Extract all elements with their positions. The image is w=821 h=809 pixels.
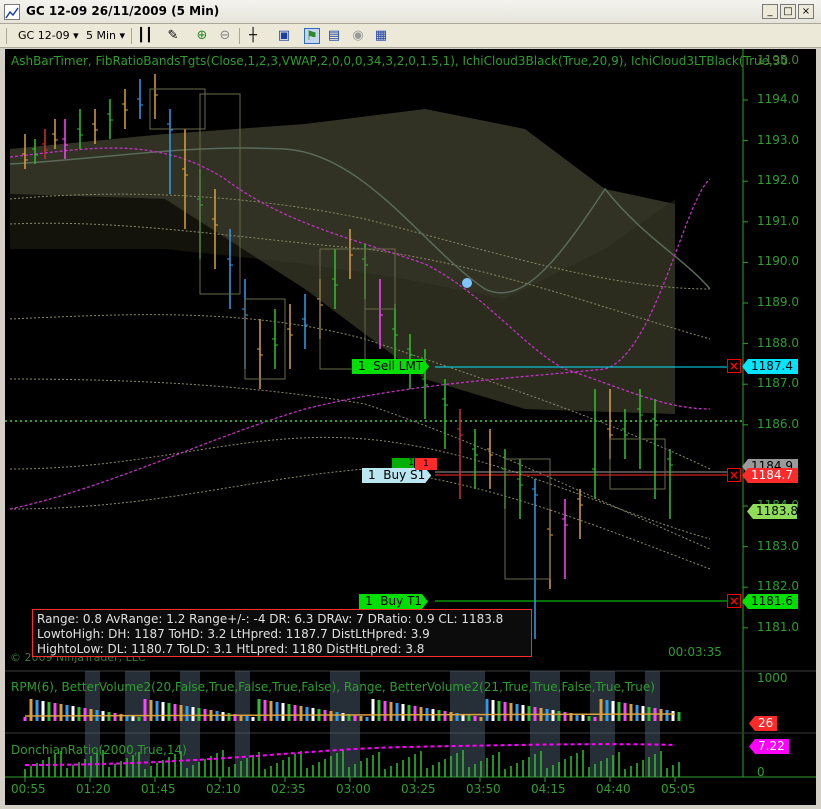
- price-axis-label: 1190.0: [757, 254, 799, 269]
- chart-canvas[interactable]: AshBarTimer, FibRatioBandsTgts(Close,1,2…: [5, 49, 816, 805]
- fib-band-line: [9, 436, 711, 540]
- bar-type-icon[interactable]: ┃┃: [137, 28, 153, 44]
- price-axis-label: 1182.0: [757, 579, 799, 594]
- chevron-down-icon: ▾: [119, 29, 126, 42]
- chart-app-icon: [4, 4, 20, 20]
- position-marker[interactable]: 1: [415, 458, 437, 470]
- info-line-range: Range: 0.8 AvRange: 1.2 Range+/-: -4 DR:…: [37, 612, 504, 626]
- buy-stop-order[interactable]: 1 Buy S1: [362, 468, 431, 483]
- donchian-axis-label: 0: [757, 765, 765, 779]
- title-bar[interactable]: GC 12-09 26/11/2009 (5 Min) _ □ ×: [0, 0, 821, 24]
- cancel-buy-stop-button[interactable]: ×: [727, 468, 741, 482]
- range-box: [149, 88, 206, 130]
- price-axis-label: 1191.0: [757, 213, 799, 228]
- bar-timer: 00:03:35: [668, 645, 722, 659]
- maximize-button[interactable]: □: [780, 4, 796, 19]
- price-axis-label: 1189.0: [757, 295, 799, 309]
- price-axis-label: 1183.0: [757, 538, 799, 553]
- axis-label-top: 1195.0: [757, 53, 799, 67]
- range-box: [609, 438, 666, 490]
- time-axis-label: 05:05: [661, 782, 696, 796]
- time-axis-label: 01:45: [141, 782, 176, 796]
- close-button[interactable]: ×: [798, 4, 814, 19]
- window-title: GC 12-09 26/11/2009 (5 Min): [26, 4, 220, 18]
- strategies-icon[interactable]: ▤: [326, 28, 342, 44]
- time-axis-label: 02:10: [206, 782, 241, 796]
- info-line-high-to-low: HightoLow: DL: 1180.7 ToLD: 3.1 HtLpred:…: [37, 642, 425, 656]
- price-axis-label: 1186.0: [757, 416, 799, 431]
- order-label: Sell LMT: [373, 359, 424, 373]
- price-axis-label: 1194.0: [757, 92, 799, 106]
- buy-stop-price-tag: 1184.7: [742, 468, 798, 483]
- range-box: [504, 458, 551, 580]
- toolbar-grip: [6, 28, 7, 44]
- pivot-marker-dot: [462, 278, 472, 288]
- order-qty: 1: [365, 594, 373, 608]
- order-label: Buy S1: [383, 468, 426, 482]
- time-axis-label: 02:35: [271, 782, 306, 796]
- price-axis-label: 1181.0: [757, 619, 799, 634]
- price-axis-label: 1192.0: [757, 173, 799, 188]
- time-axis-label: 01:20: [76, 782, 111, 796]
- properties-icon[interactable]: ◉: [350, 28, 366, 44]
- time-axis-label: 00:55: [11, 782, 46, 796]
- time-axis-label: 03:25: [401, 782, 436, 796]
- price-axis-label: 1187.0: [757, 376, 799, 391]
- volume-value-tag: 26: [749, 716, 777, 731]
- price-axis-label: 1188.0: [757, 335, 799, 350]
- order-label: Buy T1: [380, 594, 422, 608]
- order-qty: 1: [368, 468, 376, 482]
- cancel-buy-target-button[interactable]: ×: [727, 594, 741, 608]
- zoom-in-icon[interactable]: ⊕: [194, 28, 210, 44]
- sell-limit-price-tag: 1187.4: [742, 359, 798, 374]
- interval-label: 5 Min: [86, 29, 117, 42]
- crosshair-icon[interactable]: ┼: [245, 28, 261, 44]
- pencil-icon[interactable]: ✎: [165, 28, 181, 44]
- time-axis-label: 03:00: [336, 782, 371, 796]
- stacked-order-qty[interactable]: 1: [392, 458, 414, 468]
- minimize-button[interactable]: _: [762, 4, 778, 19]
- chevron-down-icon: ▾: [73, 29, 79, 42]
- buy-target-order[interactable]: 1 Buy T1: [359, 594, 428, 609]
- range-info-box: Range: 0.8 AvRange: 1.2 Range+/-: -4 DR:…: [32, 609, 532, 657]
- sell-limit-order[interactable]: 1 Sell LMT: [352, 359, 429, 374]
- order-qty: 1: [358, 359, 366, 373]
- indicators-icon[interactable]: ⚑: [304, 28, 320, 44]
- toolbar-separator: [131, 28, 132, 44]
- window-bottom-border: [0, 805, 821, 809]
- zoom-out-icon[interactable]: ⊖: [217, 28, 233, 44]
- instrument-selector[interactable]: GC 12-09 ▾: [18, 27, 79, 45]
- instrument-label: GC 12-09: [18, 29, 70, 42]
- interval-selector[interactable]: 5 Min ▾: [86, 27, 125, 45]
- toolbar-separator: [239, 28, 240, 44]
- volume-axis-label: 1000: [757, 671, 788, 685]
- chart-trader-icon[interactable]: ▦: [373, 28, 389, 44]
- chart-toolbar: GC 12-09 ▾ 5 Min ▾ ┃┃ ✎ ⊕ ⊖ ┼ ▣ ⚑ ▤ ◉ ▦: [0, 24, 821, 48]
- price-axis-label: 1193.0: [757, 132, 799, 147]
- fib-band-line: [9, 468, 711, 570]
- time-axis-label: 04:40: [596, 782, 631, 796]
- range-box: [244, 298, 286, 380]
- buy-target-price-tag: 1181.6: [742, 594, 798, 609]
- time-axis-label: 03:50: [466, 782, 501, 796]
- data-box-icon[interactable]: ▣: [276, 28, 292, 44]
- donchian-value-tag: 7.22: [749, 739, 789, 754]
- current-price-tag: 1183.8: [747, 504, 797, 519]
- price-panel-indicators: AshBarTimer, FibRatioBandsTgts(Close,1,2…: [11, 54, 789, 68]
- info-line-low-to-high: LowtoHigh: DH: 1187 ToHD: 3.2 LtHpred: 1…: [37, 627, 430, 641]
- volume-panel-indicators: RPM(6), BetterVolume2(20,False,True,Fals…: [11, 680, 655, 694]
- cancel-sell-order-button[interactable]: ×: [727, 359, 741, 373]
- time-axis-label: 04:15: [531, 782, 566, 796]
- donchian-panel-indicators: DonchianRatio(2000,True,14): [11, 743, 187, 757]
